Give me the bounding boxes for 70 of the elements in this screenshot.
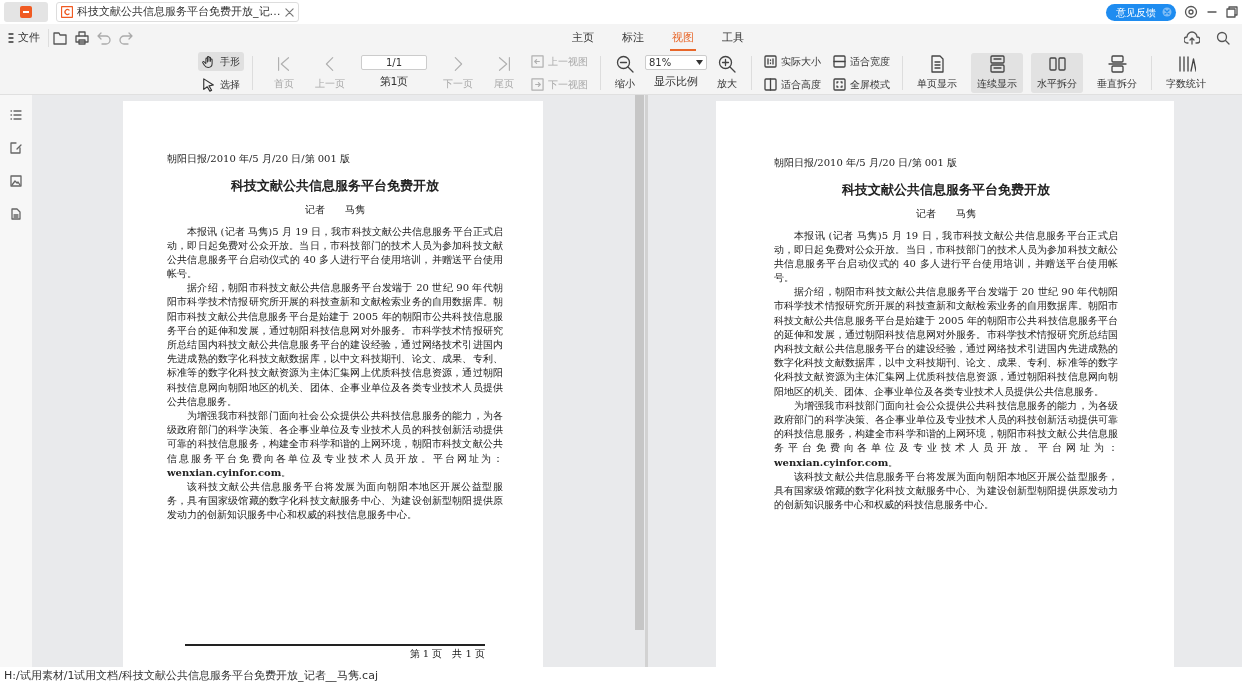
layout-button[interactable]: 连续显示 bbox=[971, 53, 1023, 93]
zoom-select[interactable]: 81% bbox=[645, 55, 707, 71]
article-paragraph: 本报讯 (记者 马隽)5 月 19 日，我市科技文献公共信息服务平台正式启动，即日起免费对公众开放。当日，市科技部门的技术人员为参加科技文献公共信息服务平台启动仪式的 40 多人进行平台使用培训，并赠送平台使用帐号。 bbox=[774, 228, 1118, 286]
restore-icon[interactable] bbox=[1226, 6, 1238, 18]
article-paragraph: 据介绍，朝阳市科技文献公共信息服务平台发端于 20 世纪 90 年代朝阳市科学技术情报研究所开展的科技查新和文献检索业务的自用数据库。朝阳市科技文献公共信息服务平台是始建于 2005 年的朝阳市公共科技信息服务平台的延伸和发展，通过朝阳科技信息网对外服务。市科学技术情报研究所总结国内科技文献公共信息服务平台的建设经验，通过网络技术引进国内先进成熟的数字化科技文献数据库，以中文科技期刊、论文、成果、专利、标准等的数字化科技文献资源为主体汇集网上优质科技信息资源，通过朝阳科技信息网向朝阳地区的机关、团体、企事业单位及各类专业技术人员提供公共信息服务。 bbox=[167, 281, 503, 409]
document-icon[interactable] bbox=[10, 208, 22, 220]
layout-button[interactable]: 水平拆分 bbox=[1031, 53, 1083, 93]
article-paragraph: 为增强我市科技部门面向社会公众提供公共科技信息服务的能力，为各级政府部门的科学决策、各企事业单位及专业技术人员的科技创新活动提供可靠的科技信息服务，构建全市科学和谐的上网环境，朝阳市科技文献公共信息服务平台免费向各单位及专业技术人员开放。平台网址为：wenxian.cyinfor.com。 bbox=[167, 408, 503, 480]
article-title: 科技文献公共信息服务平台免费开放 bbox=[841, 181, 1051, 199]
cursor-icon bbox=[202, 77, 216, 92]
article-paragraph: 该科技文献公共信息服务平台将发展为面向朝阳本地区开展公益型服务，具有国家级馆藏的数字化科技文献服务中心、为建设创新型朝阳提供原发动力的创新知识服务中心和权威的科技信息服务中心。 bbox=[774, 469, 1118, 513]
tool-button[interactable]: 选择 bbox=[198, 75, 244, 94]
close-icon[interactable] bbox=[284, 7, 294, 17]
article-paragraph: 本报讯 (记者 马隽)5 月 19 日，我市科技文献公共信息服务平台正式启动，即日起免费对公众开放。当日，市科技部门的技术人员为参加科技文献公共信息服务平台启动仪式的 40 多人进行平台使用培训，并赠送平台使用帐号。 bbox=[167, 224, 503, 282]
menu-tab[interactable]: 工具 bbox=[720, 28, 746, 51]
caret-icon bbox=[696, 60, 703, 66]
source-line: 朝阳日报/2010 年/5 月/20 日/第 001 版 bbox=[167, 152, 351, 166]
zoom-out-icon bbox=[616, 55, 634, 73]
view-mode-button[interactable]: 适合宽度 bbox=[829, 52, 894, 71]
actual-size-icon bbox=[764, 55, 777, 68]
split-columns-icon bbox=[1047, 55, 1067, 73]
bars-icon bbox=[1176, 55, 1196, 73]
app-tab[interactable] bbox=[4, 2, 48, 22]
source-line: 朝阳日报/2010 年/5 月/20 日/第 001 版 bbox=[774, 156, 958, 170]
menu-tab[interactable]: 标注 bbox=[620, 28, 646, 51]
zoom-out-button[interactable]: 缩小 bbox=[609, 53, 641, 93]
document-tab[interactable]: 科技文献公共信息服务平台免费开放_记… bbox=[56, 2, 299, 22]
article-paragraph: 为增强我市科技部门面向社会公众提供公共科技信息服务的能力，为各级政府部门的科学决策、各企事业单位及专业技术人员的科技创新活动提供可靠的科技信息服务，构建全市科学和谐的上网环境，朝阳市科技文献公共信息服务平台免费向各单位及专业技术人员开放。平台网址为：wenxian.cyinfor.com。 bbox=[774, 398, 1118, 470]
folder-icon[interactable] bbox=[53, 31, 67, 45]
view-forward-icon bbox=[531, 78, 544, 91]
fullscreen-icon bbox=[833, 78, 846, 91]
print-icon[interactable] bbox=[75, 31, 89, 45]
view-mode-button[interactable]: 实际大小 bbox=[760, 52, 825, 71]
file-path: H:/试用素材/1试用文档/科技文献公共信息服务平台免费开放_记者__马隽.caj bbox=[3, 668, 379, 684]
continuous-pages-icon bbox=[987, 55, 1007, 73]
app-logo-icon bbox=[20, 6, 32, 18]
byline: 记者 马隽 bbox=[915, 206, 977, 221]
fit-width-icon bbox=[833, 55, 846, 68]
page-label: 第1页 bbox=[379, 74, 409, 91]
layout-button[interactable]: 单页显示 bbox=[911, 53, 963, 93]
byline: 记者 马隽 bbox=[304, 202, 366, 217]
menu-tab[interactable]: 主页 bbox=[570, 28, 596, 51]
list-icon[interactable] bbox=[10, 109, 22, 121]
image-icon[interactable] bbox=[10, 175, 22, 187]
split-rows-icon bbox=[1107, 55, 1127, 73]
hand-icon bbox=[202, 54, 216, 69]
word-count-button[interactable]: 字数统计 bbox=[1160, 53, 1212, 93]
scrollbar-thumb[interactable] bbox=[635, 95, 644, 630]
article-paragraph: 该科技文献公共信息服务平台将发展为面向朝阳本地区开展公益型服务，具有国家级馆藏的数字化科技文献服务中心、为建设创新型朝阳提供原发动力的创新知识服务中心和权威的科技信息服务中心。 bbox=[167, 479, 503, 523]
zoom-in-button[interactable]: 放大 bbox=[711, 53, 743, 93]
layout-button[interactable]: 垂直拆分 bbox=[1091, 53, 1143, 93]
file-menu-button[interactable]: 文件 bbox=[4, 28, 44, 48]
settings-icon[interactable] bbox=[1184, 5, 1198, 19]
page-number-field[interactable]: 1/1 bbox=[361, 55, 427, 71]
menu-icon bbox=[8, 33, 14, 43]
cloud-upload-icon[interactable] bbox=[1184, 31, 1200, 45]
note-icon[interactable] bbox=[10, 142, 22, 154]
page-number: 第 1 页 共 1 页 bbox=[408, 647, 485, 661]
tab-title: 科技文献公共信息服务平台免费开放_记… bbox=[77, 3, 281, 20]
article-paragraph: 据介绍，朝阳市科技文献公共信息服务平台发端于 20 世纪 90 年代朝阳市科学技术情报研究所开展的科技查新和文献检索业务的自用数据库。朝阳市科技文献公共信息服务平台是始建于 2005 年的朝阳市公共科技信息服务平台的延伸和发展，通过朝阳科技信息网对外服务。市科学技术情报研究所总结国内科技文献公共信息服务平台的建设经验，通过网络技术引进国内先进成熟的数字化科技文献数据库，以中文科技期刊、论文、成果、专利、标准等的数字化科技文献资源为主体汇集网上优质科技信息资源，通过朝阳科技信息网向朝阳地区的机关、团体、企事业单位及各类专业技术人员提供公共信息服务。 bbox=[774, 285, 1118, 399]
article-title: 科技文献公共信息服务平台免费开放 bbox=[230, 177, 440, 195]
view-mode-button[interactable]: 全屏模式 bbox=[829, 75, 894, 94]
zoom-in-icon bbox=[718, 55, 736, 73]
zoom-label: 显示比例 bbox=[654, 74, 698, 91]
fit-height-icon bbox=[764, 78, 777, 91]
view-back-icon bbox=[531, 55, 544, 68]
tool-button[interactable]: 手形 bbox=[198, 52, 244, 71]
view-mode-button[interactable]: 适合高度 bbox=[760, 75, 825, 94]
search-icon[interactable] bbox=[1216, 31, 1230, 45]
document-logo-icon bbox=[61, 6, 73, 18]
